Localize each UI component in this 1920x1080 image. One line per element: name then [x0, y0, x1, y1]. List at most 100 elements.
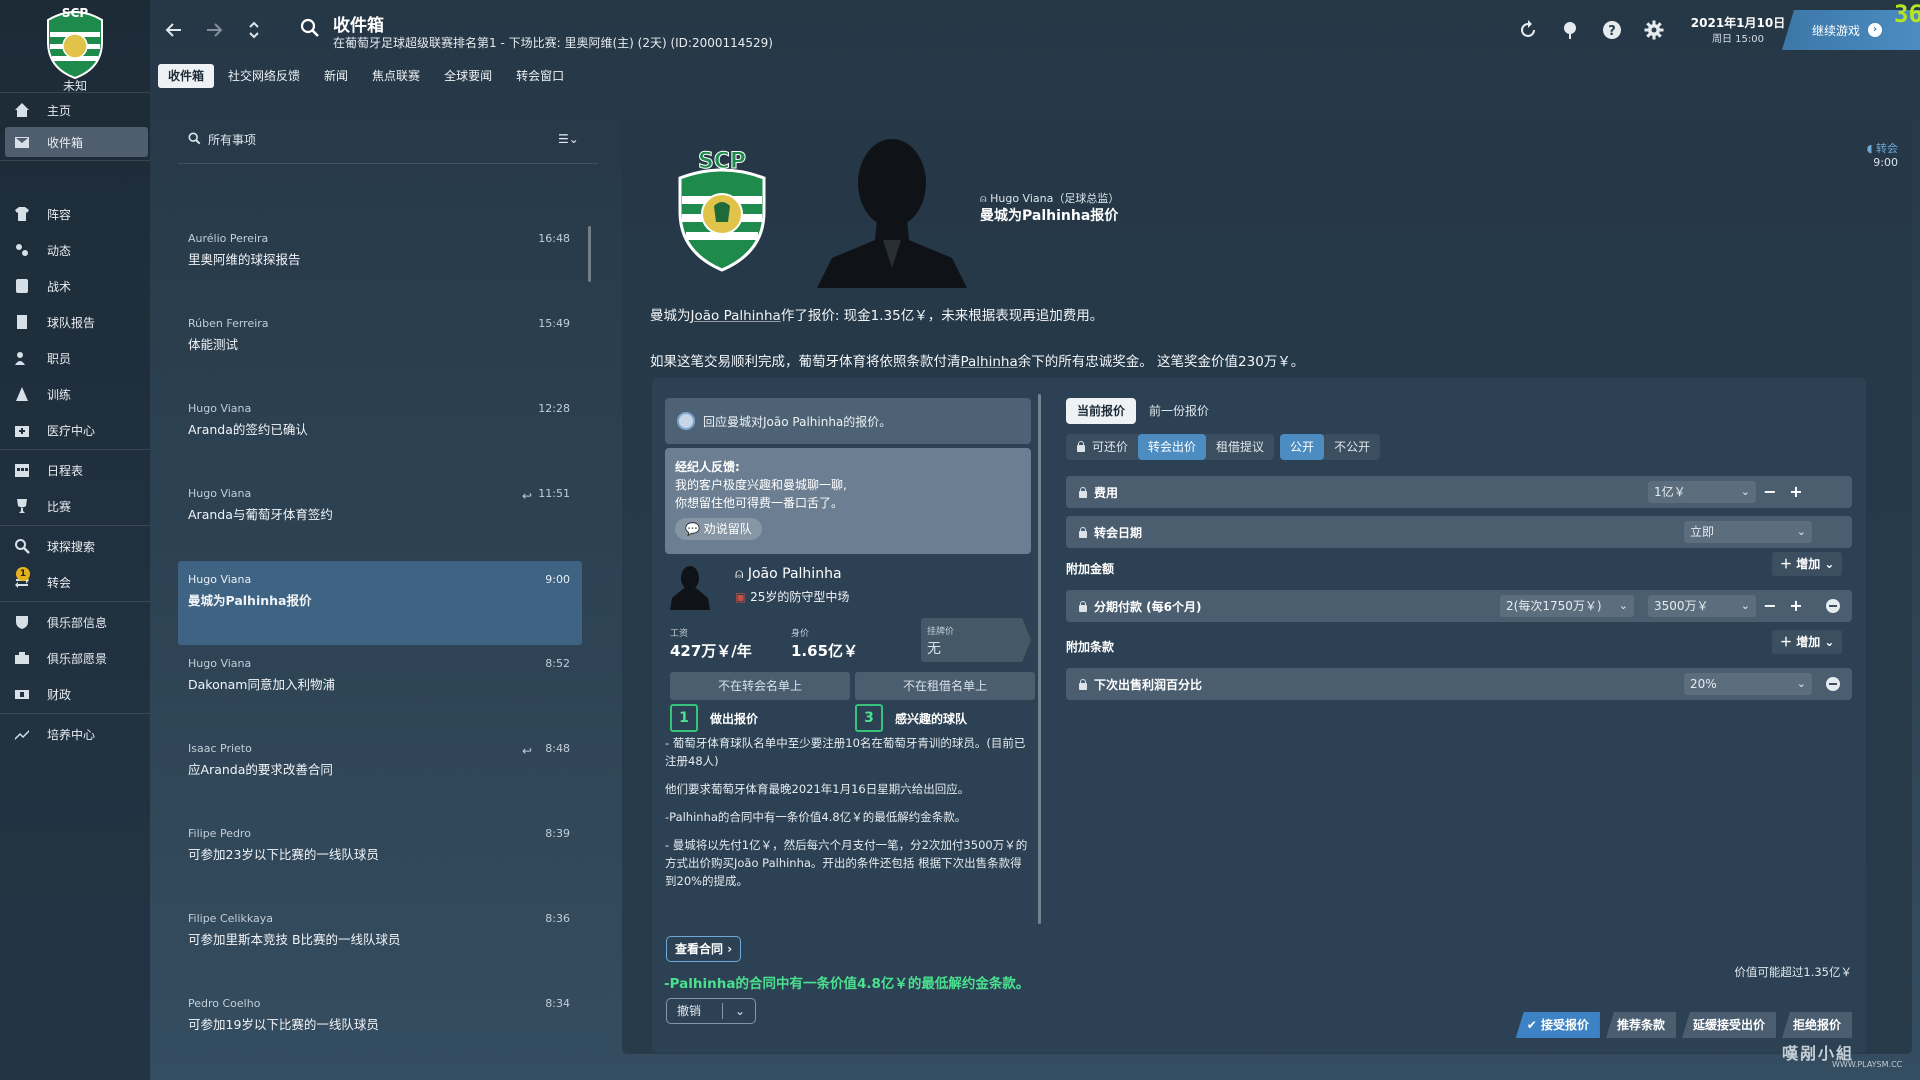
- inbox-message-selected[interactable]: Hugo Viana 曼城为Palhinha报价 9:00: [178, 561, 582, 645]
- fee-dropdown[interactable]: 1亿￥ ⌄: [1648, 481, 1756, 503]
- player-name[interactable]: ⍝ João Palhinha: [735, 566, 842, 582]
- nav-item-scouting[interactable]: 球探搜索: [5, 531, 148, 561]
- wage-value: 427万￥/年: [670, 642, 752, 660]
- transfer-list-status-button[interactable]: 不在转会名单上: [670, 672, 850, 700]
- transfer-date-dropdown[interactable]: 立即 ⌄: [1684, 521, 1812, 543]
- gear-icon[interactable]: [1642, 18, 1666, 42]
- nav-item-team-report[interactable]: 球队报告: [5, 307, 148, 337]
- interested-count-label: 感兴趣的球队: [895, 711, 968, 726]
- private-toggle[interactable]: 不公开: [1324, 434, 1380, 460]
- loan-list-status-button[interactable]: 不在租借名单上: [855, 672, 1035, 700]
- inbox-message[interactable]: Rúben Ferreira 体能测试 15:49: [178, 305, 582, 389]
- installments-amount-dropdown[interactable]: 3500万￥ ⌄: [1648, 595, 1756, 617]
- lock-icon[interactable]: [1078, 486, 1088, 498]
- nav-item-home[interactable]: 主页: [5, 95, 148, 125]
- negotiable-toggle[interactable]: 可还价: [1066, 434, 1138, 460]
- search-icon[interactable]: [300, 18, 320, 42]
- history-dropdown-button[interactable]: [240, 16, 268, 44]
- chevron-down-icon[interactable]: ⌄: [735, 999, 745, 1023]
- tab-world-news[interactable]: 全球要闻: [434, 64, 502, 88]
- nav-item-inbox[interactable]: 收件箱: [5, 127, 148, 157]
- tab-current-offer[interactable]: 当前报价: [1066, 398, 1137, 424]
- player-silhouette-avatar[interactable]: [670, 562, 710, 610]
- message-sender: Filipe Celikkaya: [188, 912, 274, 925]
- nav-item-club-vision[interactable]: 俱乐部愿景: [5, 643, 148, 673]
- nav-item-club-info[interactable]: 俱乐部信息: [5, 607, 148, 637]
- loan-offer-toggle[interactable]: 租借提议: [1206, 434, 1274, 460]
- nav-item-dynamics[interactable]: 动态: [5, 235, 148, 265]
- fee-increase-button[interactable]: +: [1786, 481, 1806, 503]
- forward-button[interactable]: [200, 16, 228, 44]
- inbox-message[interactable]: Isaac Prieto 应Aranda的要求改善合同 8:48 ↩: [178, 730, 582, 814]
- view-contract-button[interactable]: 查看合同 ›: [666, 936, 742, 962]
- offer-scrollbar[interactable]: [1038, 394, 1041, 924]
- respond-offer-header[interactable]: 回应曼城对João Palhinha的报价。: [665, 398, 1031, 444]
- nav-item-tactics[interactable]: 战术: [5, 271, 148, 301]
- calendar-icon: [11, 460, 33, 480]
- undo-button[interactable]: 撤销 ⌄: [666, 998, 756, 1024]
- asking-price-box[interactable]: 挂牌价 无: [921, 618, 1031, 662]
- inbox-message[interactable]: Hugo Viana Dakonam同意加入利物浦 8:52: [178, 645, 582, 729]
- offers-count[interactable]: 1 做出报价: [670, 704, 758, 732]
- nav-item-schedule[interactable]: 日程表: [5, 455, 148, 485]
- inbox-message[interactable]: Hugo Viana Aranda与葡萄牙体育签约 11:51 ↩: [178, 475, 582, 559]
- nav-item-medical-centre[interactable]: 医疗中心: [5, 415, 148, 445]
- suggest-terms-button[interactable]: 推荐条款: [1605, 1012, 1676, 1038]
- message-sender: Pedro Coelho: [188, 997, 261, 1010]
- nav-item-competitions[interactable]: 比赛: [5, 491, 148, 521]
- inbox-message[interactable]: Hugo Viana Aranda的签约已确认 12:28: [178, 390, 582, 474]
- public-toggle[interactable]: 公开: [1280, 434, 1325, 460]
- add-addon-button[interactable]: ＋ 增加 ⌄: [1772, 552, 1843, 576]
- reject-offer-button[interactable]: 拒绝报价: [1781, 1012, 1852, 1038]
- installments-decrease-button[interactable]: −: [1760, 595, 1780, 617]
- nav-item-staff[interactable]: 职员: [5, 343, 148, 373]
- arrow-left-icon: [165, 23, 181, 37]
- tab-transfer-window[interactable]: 转会窗口: [506, 64, 574, 88]
- club-crest-logo[interactable]: SCP: [40, 2, 110, 80]
- tab-news[interactable]: 新闻: [314, 64, 358, 88]
- shield-icon: [11, 612, 33, 632]
- inbox-sort-menu-icon[interactable]: ☰⌄: [558, 132, 579, 146]
- lock-icon[interactable]: [1078, 526, 1088, 538]
- nav-item-development-centre[interactable]: 培养中心: [5, 719, 148, 749]
- nav-item-squad[interactable]: 阵容: [5, 199, 148, 229]
- interested-clubs-count[interactable]: 3 感兴趣的球队: [855, 704, 967, 732]
- tab-focus-league[interactable]: 焦点联赛: [362, 64, 430, 88]
- player-link[interactable]: Palhinha: [961, 354, 1018, 370]
- persuade-to-stay-button[interactable]: 💬 劝说留队: [675, 518, 762, 540]
- inbox-message[interactable]: Filipe Pedro 可参加23岁以下比赛的一线队球员 8:39: [178, 815, 582, 899]
- lock-icon[interactable]: [1078, 678, 1088, 690]
- remove-clause-icon[interactable]: [1826, 677, 1840, 691]
- tab-social-feedback[interactable]: 社交网络反馈: [218, 64, 310, 88]
- tab-inbox[interactable]: 收件箱: [158, 64, 215, 88]
- lock-icon[interactable]: [1078, 600, 1088, 612]
- delay-decision-button[interactable]: 延缓接受出价: [1681, 1012, 1776, 1038]
- accept-offer-button[interactable]: ✔ 接受报价: [1515, 1012, 1600, 1038]
- nav-item-finances[interactable]: 财政: [5, 679, 148, 709]
- refresh-icon[interactable]: [1516, 18, 1540, 42]
- network-icon[interactable]: [1558, 18, 1582, 42]
- installments-count-dropdown[interactable]: 2(每次1750万￥) ⌄: [1500, 595, 1634, 617]
- player-link[interactable]: João Palhinha: [691, 308, 781, 324]
- home-icon: [11, 100, 33, 120]
- inbox-message[interactable]: Pedro Coelho 可参加19岁以下比赛的一线队球员 8:34: [178, 985, 582, 1069]
- nav-item-label: 转会: [47, 575, 72, 590]
- inbox-message[interactable]: Filipe Celikkaya 可参加里斯本竞技 B比赛的一线队球员 8:36: [178, 900, 582, 984]
- installments-increase-button[interactable]: +: [1786, 595, 1806, 617]
- back-button[interactable]: [160, 16, 188, 44]
- inbox-message[interactable]: Aurélio Pereira 里奥阿维的球探报告 16:48: [178, 220, 582, 304]
- nav-item-training[interactable]: 训练: [5, 379, 148, 409]
- offers-count-number: 1: [670, 704, 698, 732]
- addons-label: 附加金额: [1066, 562, 1115, 576]
- category-tag[interactable]: ◖ 转会: [1867, 140, 1898, 156]
- inbox-scrollbar[interactable]: [588, 226, 591, 282]
- add-clause-button[interactable]: ＋ 增加 ⌄: [1772, 630, 1843, 654]
- transfer-offer-toggle[interactable]: 转会出价: [1138, 434, 1207, 460]
- sell-on-dropdown[interactable]: 20% ⌄: [1684, 673, 1812, 695]
- remove-installments-icon[interactable]: [1826, 599, 1840, 613]
- nav-divider: [0, 601, 150, 602]
- inbox-search-bar[interactable]: 所有事项 ☰⌄: [178, 120, 598, 164]
- tab-previous-offer[interactable]: 前一份报价: [1138, 398, 1220, 424]
- fee-decrease-button[interactable]: −: [1760, 481, 1780, 503]
- help-icon[interactable]: ?: [1600, 18, 1624, 42]
